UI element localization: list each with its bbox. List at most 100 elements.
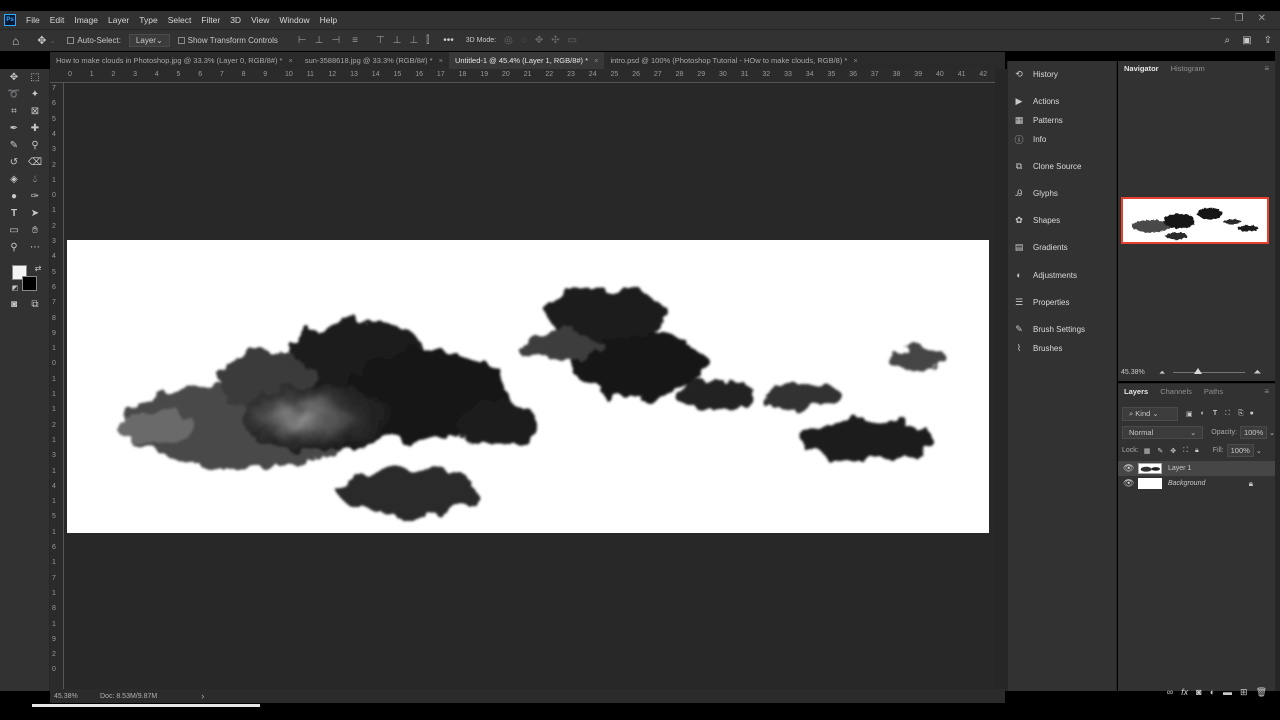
marquee-tool-icon[interactable]: ⬚ bbox=[27, 71, 43, 85]
panel-actions[interactable]: ▶ Actions bbox=[1014, 96, 1060, 107]
search-icon[interactable]: ⌕ bbox=[1225, 35, 1231, 46]
minimize-icon[interactable]: — bbox=[1211, 11, 1221, 27]
panel-shapes[interactable]: ✿ Shapes bbox=[1014, 215, 1060, 226]
close-window-icon[interactable]: ✕ bbox=[1258, 11, 1266, 27]
zoom-out-icon[interactable]: ⏶ bbox=[1159, 368, 1165, 378]
panel-menu-icon[interactable]: ≡ bbox=[1258, 387, 1275, 396]
layer-name[interactable]: Layer 1 bbox=[1168, 465, 1191, 472]
magic-wand-tool-icon[interactable]: ✦ bbox=[27, 88, 43, 102]
type-tool-icon[interactable]: T bbox=[6, 207, 22, 221]
3d-roll-icon[interactable]: ◌ bbox=[521, 35, 527, 46]
workspace-icon[interactable]: ▣ bbox=[1242, 35, 1251, 46]
menu-select[interactable]: Select bbox=[163, 11, 197, 29]
layer-kind-dropdown[interactable]: ⌕ Kind ⌄ bbox=[1122, 406, 1178, 421]
close-tab-icon[interactable]: × bbox=[288, 52, 292, 69]
menu-image[interactable]: Image bbox=[69, 11, 103, 29]
lock-icon[interactable]: 🔒︎ bbox=[1249, 479, 1253, 489]
fill-input[interactable]: 100% bbox=[1226, 444, 1254, 457]
link-layers-icon[interactable]: ∞ bbox=[1167, 687, 1173, 698]
tab-document-1[interactable]: How to make clouds in Photoshop.jpg @ 33… bbox=[50, 52, 299, 69]
share-icon[interactable]: ⇪ bbox=[1264, 35, 1272, 46]
distribute-icon[interactable]: ≡ bbox=[352, 35, 358, 46]
visibility-eye-icon[interactable]: 👁︎ bbox=[1123, 478, 1134, 489]
lock-transparent-icon[interactable]: ▦ bbox=[1144, 447, 1151, 455]
eraser-tool-icon[interactable]: ⌫ bbox=[27, 156, 43, 170]
lasso-tool-icon[interactable]: ➰ bbox=[6, 88, 22, 102]
menu-help[interactable]: Help bbox=[315, 11, 342, 29]
tab-navigator[interactable]: Navigator bbox=[1118, 64, 1165, 73]
status-zoom[interactable]: 45.38% bbox=[54, 693, 94, 700]
align-left-icon[interactable]: ⊢ bbox=[298, 35, 307, 46]
hand-tool-icon[interactable]: ✋︎ bbox=[27, 224, 43, 238]
layer-row-layer-1[interactable]: 👁︎ Layer 1 bbox=[1118, 461, 1275, 476]
paint-bucket-tool-icon[interactable]: ◈ bbox=[6, 173, 22, 187]
navigator-proxy-view[interactable] bbox=[1121, 197, 1269, 244]
panel-patterns[interactable]: ▦ Patterns bbox=[1014, 115, 1063, 126]
align-right-icon[interactable]: ⊣ bbox=[331, 35, 340, 46]
lock-artboard-icon[interactable]: ⛶ bbox=[1183, 447, 1188, 455]
3d-scale-icon[interactable]: ▭ bbox=[568, 35, 577, 46]
panel-gradients[interactable]: ▤ Gradients bbox=[1014, 242, 1068, 253]
panel-adjustments[interactable]: ◐ Adjustments bbox=[1014, 270, 1077, 280]
vertical-scrollbar[interactable] bbox=[995, 69, 1007, 691]
panel-brush-settings[interactable]: ✎ Brush Settings bbox=[1014, 324, 1085, 335]
blur-tool-icon[interactable]: 💧︎ bbox=[27, 173, 43, 187]
lock-all-icon[interactable]: 🔒︎ bbox=[1195, 447, 1199, 455]
new-layer-icon[interactable]: ⊞ bbox=[1240, 687, 1248, 698]
zoom-slider[interactable] bbox=[1173, 368, 1246, 374]
tab-document-2[interactable]: sun-3588618.jpg @ 33.3% (RGB/8#) * × bbox=[299, 52, 449, 69]
restore-icon[interactable]: ❐ bbox=[1235, 11, 1244, 27]
swap-colors-icon[interactable]: ⇄ bbox=[30, 262, 46, 276]
layer-name[interactable]: Background bbox=[1168, 480, 1205, 487]
adjustment-layer-icon[interactable]: ◐ bbox=[1210, 687, 1215, 698]
filter-shape-icon[interactable]: ⛶ bbox=[1225, 410, 1230, 418]
menu-window[interactable]: Window bbox=[274, 11, 314, 29]
menu-view[interactable]: View bbox=[246, 11, 274, 29]
menu-layer[interactable]: Layer bbox=[103, 11, 134, 29]
add-mask-icon[interactable]: ◙ bbox=[1196, 687, 1201, 698]
align-bottom-icon[interactable]: ⊥ bbox=[409, 35, 418, 46]
distribute-vertical-icon[interactable]: ⫿ bbox=[426, 35, 429, 46]
more-options-icon[interactable]: ••• bbox=[443, 35, 454, 46]
menu-filter[interactable]: Filter bbox=[196, 11, 225, 29]
zoom-tool-icon[interactable]: ⚲ bbox=[6, 241, 22, 255]
path-selection-tool-icon[interactable]: ➤ bbox=[27, 207, 43, 221]
panel-menu-icon[interactable]: ≡ bbox=[1258, 64, 1275, 73]
opacity-input[interactable]: 100% bbox=[1239, 426, 1268, 439]
blend-mode-dropdown[interactable]: Normal ⌄ bbox=[1122, 426, 1204, 439]
filter-type-icon[interactable]: T bbox=[1213, 410, 1217, 417]
fill-dropdown-icon[interactable]: ⌄ bbox=[1256, 447, 1262, 455]
show-transform-checkbox[interactable]: Show Transform Controls bbox=[177, 36, 278, 45]
background-color-swatch[interactable] bbox=[22, 276, 37, 291]
quick-mask-icon[interactable]: ◙ bbox=[6, 298, 22, 312]
document-canvas[interactable] bbox=[67, 240, 989, 533]
filter-adjustment-icon[interactable]: ◐ bbox=[1201, 410, 1205, 417]
3d-pan-icon[interactable]: ✥ bbox=[535, 35, 543, 46]
move-tool-icon[interactable]: ✥ bbox=[6, 71, 22, 85]
close-tab-icon[interactable]: × bbox=[439, 52, 443, 69]
close-tab-icon[interactable]: × bbox=[853, 52, 857, 69]
visibility-eye-icon[interactable]: 👁︎ bbox=[1123, 463, 1134, 474]
panel-clone-source[interactable]: ⧉ Clone Source bbox=[1014, 161, 1082, 172]
home-icon[interactable]: ⌂ bbox=[12, 34, 19, 48]
status-menu-arrow[interactable]: › bbox=[201, 691, 204, 701]
menu-edit[interactable]: Edit bbox=[45, 11, 70, 29]
horizontal-ruler[interactable]: 0 1 2 3 4 5 6 7 8 9 10 11 12 13 14 15 16 17 18 19 20 21 22 23 24… bbox=[50, 69, 995, 83]
panel-history[interactable]: ⟲ History bbox=[1014, 69, 1058, 80]
move-tool-preset-icon[interactable]: ✥ ⌄ bbox=[37, 34, 55, 47]
3d-orbit-icon[interactable]: ◎ bbox=[504, 35, 513, 46]
menu-file[interactable]: File bbox=[21, 11, 45, 29]
panel-properties[interactable]: ☰ Properties bbox=[1014, 297, 1070, 308]
align-center-icon[interactable]: ⊥ bbox=[315, 35, 324, 46]
panel-brushes[interactable]: ⌇ Brushes bbox=[1014, 343, 1063, 354]
auto-select-target-dropdown[interactable]: Layer ⌄ bbox=[128, 34, 170, 47]
tab-histogram[interactable]: Histogram bbox=[1165, 64, 1211, 73]
default-colors-icon[interactable]: ◩ bbox=[7, 282, 23, 296]
frame-tool-icon[interactable]: ⊠ bbox=[27, 105, 43, 119]
new-group-icon[interactable]: ▬ bbox=[1223, 687, 1232, 698]
pen-tool-icon[interactable]: ✑ bbox=[27, 190, 43, 204]
align-middle-icon[interactable]: ⊥ bbox=[393, 35, 402, 46]
tab-paths[interactable]: Paths bbox=[1198, 387, 1229, 396]
canvas-area[interactable] bbox=[64, 83, 995, 689]
zoom-slider-handle[interactable] bbox=[1193, 368, 1202, 374]
